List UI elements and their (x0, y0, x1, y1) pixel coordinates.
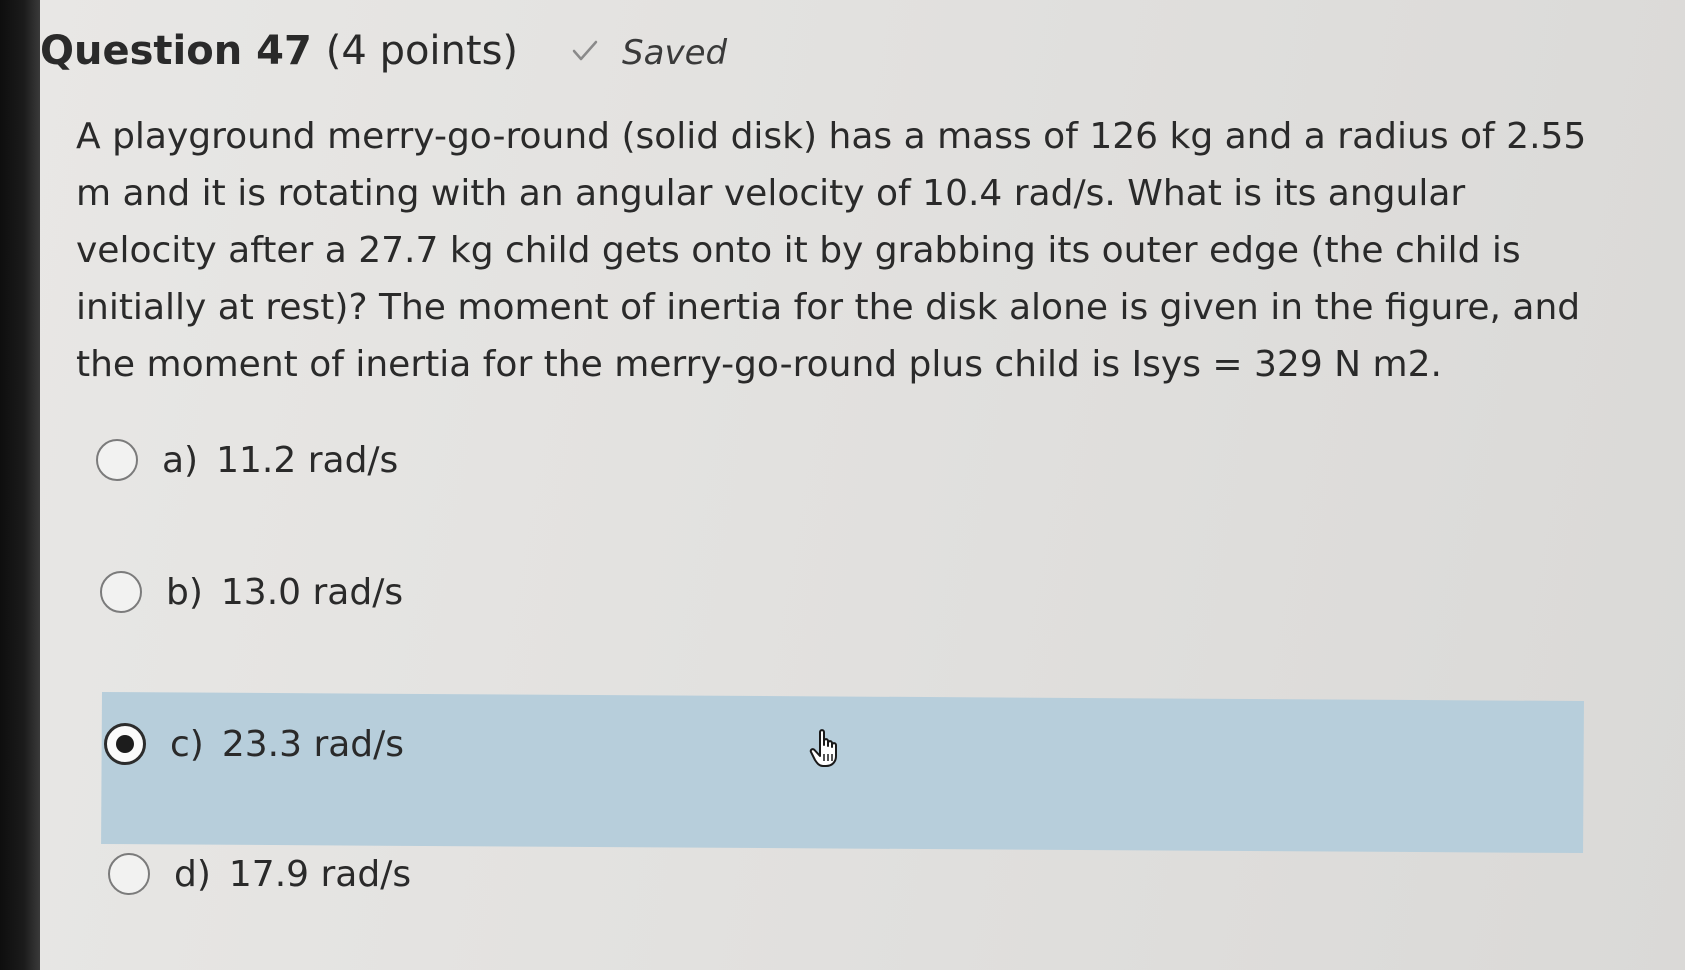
option-a[interactable]: a) 11.2 rad/s (96, 430, 398, 490)
question-points: (4 points) (325, 28, 519, 74)
question-title: Question 47 (40, 28, 312, 74)
option-label: 11.2 rad/s (216, 439, 399, 481)
radio-button-b[interactable] (100, 571, 142, 613)
radio-button-a[interactable] (96, 439, 138, 481)
save-status: Saved (572, 33, 727, 73)
option-letter: a) (162, 439, 199, 481)
hand-pointer-icon (809, 729, 837, 767)
screen-bezel (0, 0, 40, 970)
question-header: Question 47 (4 points) Saved (40, 28, 727, 74)
option-c[interactable]: c) 23.3 rad/s (104, 714, 404, 774)
radio-button-c[interactable] (104, 723, 146, 765)
option-d[interactable]: d) 17.9 rad/s (108, 844, 411, 904)
option-label: 13.0 rad/s (220, 571, 404, 613)
option-label: 17.9 rad/s (228, 853, 412, 895)
radio-button-d[interactable] (108, 853, 150, 895)
option-letter: d) (174, 853, 211, 895)
option-letter: c) (170, 723, 204, 765)
option-b[interactable]: b) 13.0 rad/s (100, 562, 403, 622)
option-label: 23.3 rad/s (221, 723, 405, 765)
quiz-screen: Question 47 (4 points) Saved A playgroun… (40, 0, 1685, 970)
saved-label: Saved (622, 33, 728, 73)
check-icon (572, 40, 598, 61)
option-letter: b) (166, 571, 203, 613)
question-text: A playground merry-go-round (solid disk)… (76, 116, 1587, 385)
